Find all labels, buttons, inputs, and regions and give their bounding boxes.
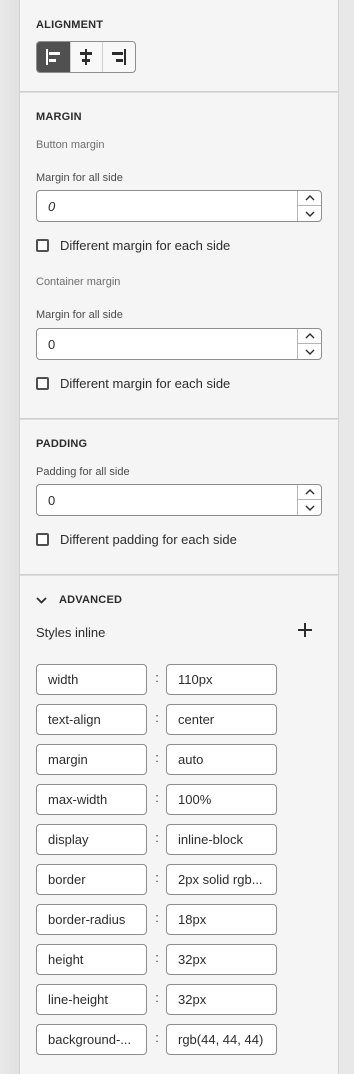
align-center-icon xyxy=(80,49,93,65)
different-container-margin-checkbox[interactable] xyxy=(36,376,49,390)
different-padding-checkbox[interactable] xyxy=(36,532,49,546)
add-icon[interactable] xyxy=(298,623,312,637)
decrement-button[interactable] xyxy=(298,500,321,515)
align-right-button[interactable] xyxy=(102,42,135,72)
style-value-input[interactable]: 32px xyxy=(166,944,277,975)
increment-button[interactable] xyxy=(298,191,321,206)
style-property-input[interactable]: margin xyxy=(36,744,147,775)
container-margin-stepper[interactable]: 0 xyxy=(36,328,322,360)
chevron-up-icon xyxy=(305,195,314,201)
advanced-toggle[interactable]: ADVANCED xyxy=(36,592,122,608)
padding-checkbox-row[interactable]: Different padding for each side xyxy=(36,530,237,548)
style-separator: : xyxy=(155,1030,159,1045)
style-separator: : xyxy=(155,950,159,965)
right-gutter xyxy=(339,0,354,1074)
style-row: max-width:100% xyxy=(36,784,277,815)
padding-field-label: Padding for all side xyxy=(36,466,130,478)
style-value-input[interactable]: center xyxy=(166,704,277,735)
style-property-input[interactable]: border-radius xyxy=(36,904,147,935)
align-left-button[interactable] xyxy=(37,42,70,72)
style-property-input[interactable]: border xyxy=(36,864,147,895)
style-value-input[interactable]: 100% xyxy=(166,784,277,815)
styles-inline-label: Styles inline xyxy=(36,625,106,640)
different-margin-checkbox[interactable] xyxy=(36,238,49,252)
different-container-margin-label: Different margin for each side xyxy=(60,375,231,391)
left-gutter xyxy=(0,0,19,1074)
stepper-arrows xyxy=(297,485,321,515)
section-divider xyxy=(20,91,338,93)
alignment-title: ALIGNMENT xyxy=(36,19,104,31)
style-property-input[interactable]: text-align xyxy=(36,704,147,735)
increment-button[interactable] xyxy=(298,329,321,344)
style-row: width:110px xyxy=(36,664,277,695)
style-row: line-height:32px xyxy=(36,984,277,1015)
stepper-arrows xyxy=(297,329,321,359)
style-row: height:32px xyxy=(36,944,277,975)
padding-stepper[interactable]: 0 xyxy=(36,484,322,516)
style-property-input[interactable]: background-... xyxy=(36,1024,147,1055)
style-property-input[interactable]: height xyxy=(36,944,147,975)
container-margin-field-label: Margin for all side xyxy=(36,309,123,321)
properties-panel: ALIGNMENT MARGIN Button margin Margin fo… xyxy=(19,0,339,1074)
margin-title: MARGIN xyxy=(36,111,82,123)
style-row: text-align: center xyxy=(36,704,277,735)
style-value-input[interactable]: inline-block xyxy=(166,824,277,855)
style-property-input[interactable]: width xyxy=(36,664,147,695)
container-margin-label: Container margin xyxy=(36,276,121,288)
style-value-input[interactable]: 110px xyxy=(166,664,277,695)
style-value-input[interactable]: 2px solid rgb... xyxy=(166,864,277,895)
style-property-input[interactable]: line-height xyxy=(36,984,147,1015)
button-margin-label: Button margin xyxy=(36,139,105,151)
stepper-arrows xyxy=(297,191,321,221)
advanced-title: ADVANCED xyxy=(59,594,123,606)
increment-button[interactable] xyxy=(298,485,321,500)
chevron-down-icon xyxy=(305,505,314,511)
style-separator: : xyxy=(155,670,159,685)
style-row: display: inline-block xyxy=(36,824,277,855)
different-margin-label: Different margin for each side xyxy=(60,237,231,253)
style-separator: : xyxy=(155,990,159,1005)
chevron-down-icon xyxy=(305,349,314,355)
decrement-button[interactable] xyxy=(298,206,321,221)
chevron-down-icon xyxy=(305,211,314,217)
container-margin-checkbox-row[interactable]: Different margin for each side xyxy=(36,374,230,392)
style-property-input[interactable]: max-width xyxy=(36,784,147,815)
style-separator: : xyxy=(155,870,159,885)
padding-title: PADDING xyxy=(36,438,88,450)
style-row: background-...: rgb(44, 44, 44) xyxy=(36,1024,277,1055)
style-row: border-radius:18px xyxy=(36,904,277,935)
container-margin-value[interactable]: 0 xyxy=(48,337,55,352)
align-left-icon xyxy=(46,49,61,65)
button-margin-field-label: Margin for all side xyxy=(36,172,123,184)
chevron-up-icon xyxy=(305,489,314,495)
button-margin-stepper[interactable]: 0 xyxy=(36,190,322,222)
align-center-button[interactable] xyxy=(69,42,103,72)
alignment-button-group xyxy=(36,41,136,73)
section-divider xyxy=(20,418,338,420)
style-value-input[interactable]: 18px xyxy=(166,904,277,935)
button-margin-checkbox-row[interactable]: Different margin for each side xyxy=(36,236,230,254)
section-divider xyxy=(20,574,338,576)
style-separator: : xyxy=(155,910,159,925)
padding-value[interactable]: 0 xyxy=(48,493,55,508)
style-property-input[interactable]: display xyxy=(36,824,147,855)
chevron-down-icon xyxy=(36,596,47,604)
align-right-icon xyxy=(112,49,127,65)
different-padding-label: Different padding for each side xyxy=(60,531,237,547)
style-separator: : xyxy=(155,750,159,765)
chevron-up-icon xyxy=(305,333,314,339)
style-row: margin: auto xyxy=(36,744,277,775)
decrement-button[interactable] xyxy=(298,344,321,359)
style-separator: : xyxy=(155,830,159,845)
style-separator: : xyxy=(155,710,159,725)
style-separator: : xyxy=(155,790,159,805)
style-value-input[interactable]: 32px xyxy=(166,984,277,1015)
style-value-input[interactable]: rgb(44, 44, 44) xyxy=(166,1024,277,1055)
style-value-input[interactable]: auto xyxy=(166,744,277,775)
style-row: border:2px solid rgb... xyxy=(36,864,277,895)
button-margin-value[interactable]: 0 xyxy=(48,199,55,214)
